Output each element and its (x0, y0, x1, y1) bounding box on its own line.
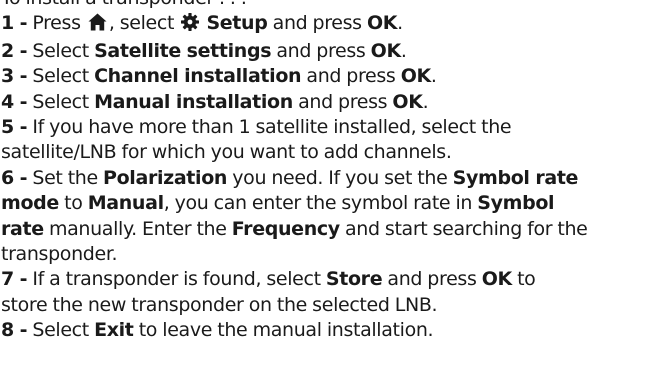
step-text: to leave the manual installation. (133, 319, 434, 342)
instruction-text: To install a transponder . . . 1 - Press… (1, 0, 663, 344)
keyword-satellite-settings: Satellite settings (94, 39, 272, 62)
step-number: 8 - (1, 319, 28, 342)
step-text: and press (271, 39, 371, 62)
step-6: 6 - Set the Polarization you need. If yo… (1, 166, 663, 191)
step-2: 2 - Select Satellite settings and press … (1, 39, 663, 64)
keyword-ok: OK (400, 65, 432, 88)
step-text: , select (108, 12, 180, 35)
step-text: satellite/LNB for which you want to add … (1, 141, 452, 164)
step-text: Select (27, 90, 95, 113)
step-number: 5 - (1, 116, 28, 139)
step-text: and press (301, 65, 401, 88)
step-text: Press (27, 12, 86, 35)
keyword-ok: OK (366, 12, 398, 35)
step-5: 5 - If you have more than 1 satellite in… (1, 115, 663, 140)
step-4: 4 - Select Manual installation and press… (1, 90, 663, 115)
step-number: 4 - (1, 90, 28, 113)
step-3: 3 - Select Channel installation and pres… (1, 64, 663, 89)
keyword-channel-installation: Channel installation (94, 65, 302, 88)
step-number: 3 - (1, 65, 28, 88)
step-text: Set the (27, 166, 104, 189)
step-text: to (511, 268, 536, 291)
keyword-ok: OK (392, 90, 423, 113)
keyword-manual-installation: Manual installation (94, 90, 293, 113)
step-text: you need. If you set the (227, 166, 453, 189)
step-6-continued: mode to Manual, you can enter the symbol… (1, 191, 663, 216)
keyword-frequency: Frequency (231, 217, 340, 240)
step-1: 1 - Press , select Setup and press OK. (1, 11, 663, 38)
intro-line: To install a transponder . . . (1, 0, 663, 11)
step-text: . (422, 90, 429, 113)
keyword-ok: OK (481, 268, 513, 291)
step-text: store the new transponder on the selecte… (1, 293, 438, 316)
keyword-ok: OK (370, 39, 402, 62)
keyword-symbol: Symbol (477, 192, 555, 215)
step-text: and start searching for the (339, 217, 588, 240)
step-8: 8 - Select Exit to leave the manual inst… (1, 318, 663, 343)
keyword-rate: rate (1, 217, 44, 240)
step-text: Select (27, 39, 95, 62)
home-icon (88, 13, 107, 38)
step-6-continued: transponder. (1, 242, 663, 267)
step-5-continued: satellite/LNB for which you want to add … (1, 140, 663, 165)
step-number: 6 - (1, 166, 28, 189)
step-text: Select (27, 319, 95, 342)
keyword-symbol-rate: Symbol rate (452, 166, 579, 189)
keyword-mode: mode (1, 192, 59, 215)
step-text: manually. Enter the (43, 217, 232, 240)
step-text: . (430, 65, 437, 88)
step-text: If you have more than 1 satellite instal… (27, 116, 512, 139)
gear-icon (181, 13, 200, 38)
step-text: to (58, 192, 88, 215)
step-text: Select (27, 65, 95, 88)
keyword-setup: Setup (206, 12, 268, 35)
step-6-continued: rate manually. Enter the Frequency and s… (1, 217, 663, 242)
keyword-manual: Manual (87, 192, 164, 215)
keyword-store: Store (325, 268, 383, 291)
step-text: If a transponder is found, select (27, 268, 326, 291)
keyword-polarization: Polarization (103, 166, 228, 189)
step-text: transponder. (1, 243, 118, 266)
step-7-continued: store the new transponder on the selecte… (1, 293, 663, 318)
step-text: and press (292, 90, 393, 113)
step-number: 7 - (1, 268, 28, 291)
intro-text: To install a transponder . . . (1, 0, 247, 9)
step-number: 1 - (1, 12, 28, 35)
keyword-exit: Exit (94, 319, 134, 342)
step-number: 2 - (1, 39, 28, 62)
step-text: and press (382, 268, 482, 291)
step-text: . (397, 12, 403, 35)
step-text: , you can enter the symbol rate in (163, 192, 478, 215)
step-7: 7 - If a transponder is found, select St… (1, 267, 663, 292)
step-text: . (400, 39, 407, 62)
step-text: and press (267, 12, 367, 35)
